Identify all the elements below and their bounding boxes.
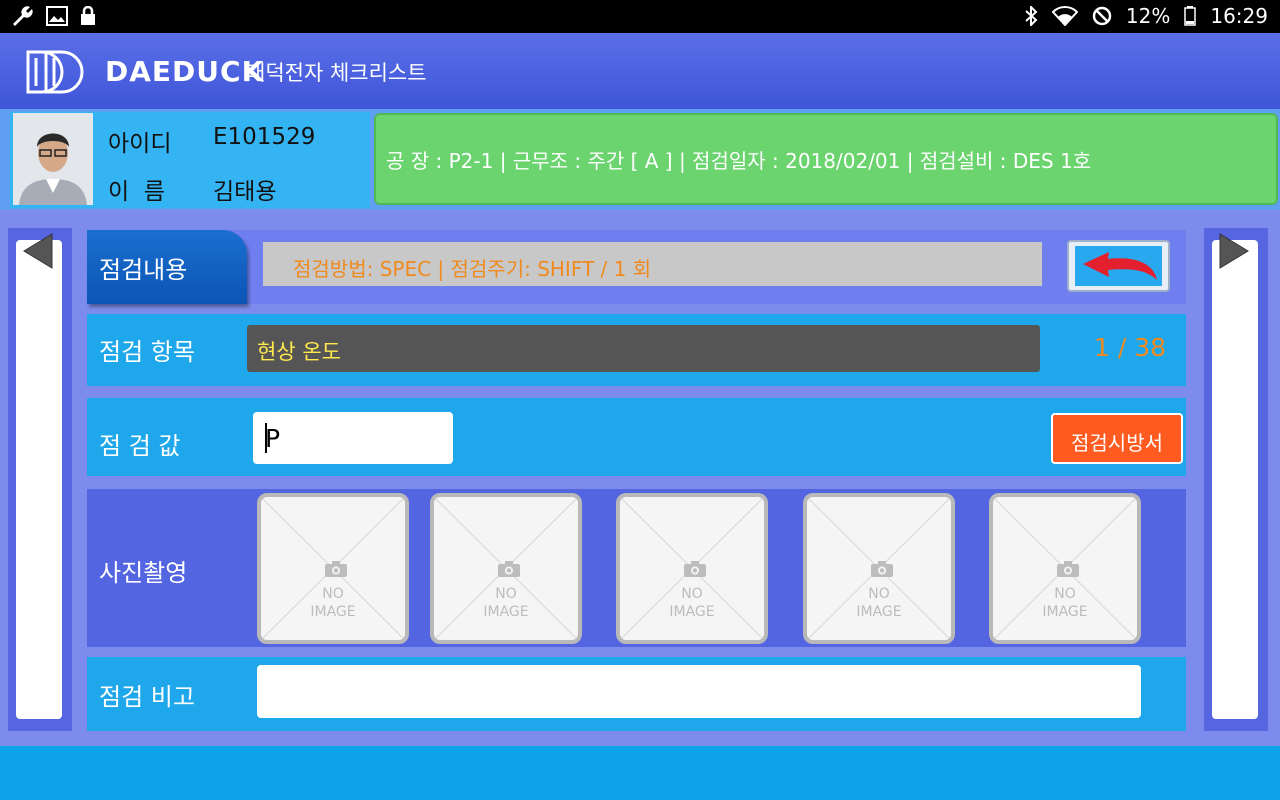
prev-panel[interactable] bbox=[8, 228, 72, 731]
value-input-text: P bbox=[265, 424, 281, 453]
footer-bar bbox=[0, 746, 1280, 800]
id-value: E101529 bbox=[213, 124, 316, 150]
lock-icon bbox=[81, 6, 95, 25]
photo-label: 사진촬영 bbox=[99, 559, 188, 587]
photo-slot-1[interactable]: NO IMAGE bbox=[257, 493, 409, 644]
do-not-disturb-icon bbox=[1092, 6, 1112, 26]
clock: 16:29 bbox=[1210, 4, 1268, 28]
remark-input[interactable] bbox=[257, 665, 1141, 718]
id-label: 아이디 bbox=[108, 131, 172, 157]
value-input[interactable]: P bbox=[253, 412, 453, 464]
no-image-text-line2: IMAGE bbox=[1042, 604, 1088, 620]
user-avatar bbox=[13, 113, 93, 205]
no-image-text-line1: NO bbox=[1054, 586, 1076, 602]
no-image-text-line2: IMAGE bbox=[856, 604, 902, 620]
no-image-text-line2: IMAGE bbox=[669, 604, 715, 620]
wrench-icon bbox=[13, 6, 33, 26]
tab-label: 점검내용 bbox=[99, 256, 188, 284]
method-info: 점검방법: SPEC | 점검주기: SHIFT / 1 회 bbox=[263, 242, 1042, 286]
value-row: 점 검 값 bbox=[87, 398, 1186, 476]
value-label: 점 검 값 bbox=[99, 432, 181, 460]
battery-icon bbox=[1184, 6, 1197, 26]
photo-slot-5[interactable]: NO IMAGE bbox=[989, 493, 1141, 644]
back-button[interactable] bbox=[1067, 240, 1170, 292]
app-header: DAEDUCK 대덕전자 체크리스트 bbox=[0, 33, 1280, 109]
name-value: 김태용 bbox=[213, 179, 277, 205]
camera-icon bbox=[684, 561, 706, 577]
text-caret bbox=[265, 423, 267, 453]
no-image-text-line1: NO bbox=[868, 586, 890, 602]
photo-slot-4[interactable]: NO IMAGE bbox=[803, 493, 955, 644]
no-image-text-line2: IMAGE bbox=[483, 604, 529, 620]
no-image-text-line2: IMAGE bbox=[310, 604, 356, 620]
image-icon bbox=[46, 6, 68, 26]
item-counter: 1 / 38 bbox=[1094, 333, 1167, 362]
camera-icon bbox=[1057, 561, 1079, 577]
next-arrow-icon[interactable] bbox=[1218, 233, 1250, 269]
back-arrow-icon bbox=[1083, 252, 1157, 280]
battery-percent: 12% bbox=[1125, 4, 1171, 28]
work-info-box: 공 장 : P2-1 | 근무조 : 주간 [ A ] | 점검일자 : 201… bbox=[374, 113, 1278, 205]
item-value: 현상 온도 bbox=[247, 325, 1040, 372]
camera-icon bbox=[498, 561, 520, 577]
daeduck-logo bbox=[26, 50, 84, 94]
name-label: 이 름 bbox=[108, 179, 165, 205]
app-title: 대덕전자 체크리스트 bbox=[246, 61, 427, 85]
wifi-icon bbox=[1051, 6, 1078, 26]
bluetooth-icon bbox=[1025, 6, 1038, 26]
tab-inspection-content: 점검내용 bbox=[87, 230, 247, 304]
camera-icon bbox=[325, 561, 347, 577]
no-image-text-line1: NO bbox=[322, 586, 344, 602]
brand-name: DAEDUCK bbox=[105, 55, 265, 88]
photo-slot-3[interactable]: NO IMAGE bbox=[616, 493, 768, 644]
next-panel[interactable] bbox=[1204, 228, 1268, 731]
remark-label: 점검 비고 bbox=[99, 683, 195, 711]
photo-slot-2[interactable]: NO IMAGE bbox=[430, 493, 582, 644]
prev-arrow-icon[interactable] bbox=[22, 233, 54, 269]
item-label: 점검 항목 bbox=[99, 338, 195, 366]
no-image-text-line1: NO bbox=[495, 586, 517, 602]
camera-icon bbox=[871, 561, 893, 577]
status-bar: 12% 16:29 bbox=[0, 0, 1280, 33]
spec-sheet-button[interactable]: 점검시방서 bbox=[1051, 413, 1183, 464]
no-image-text-line1: NO bbox=[681, 586, 703, 602]
